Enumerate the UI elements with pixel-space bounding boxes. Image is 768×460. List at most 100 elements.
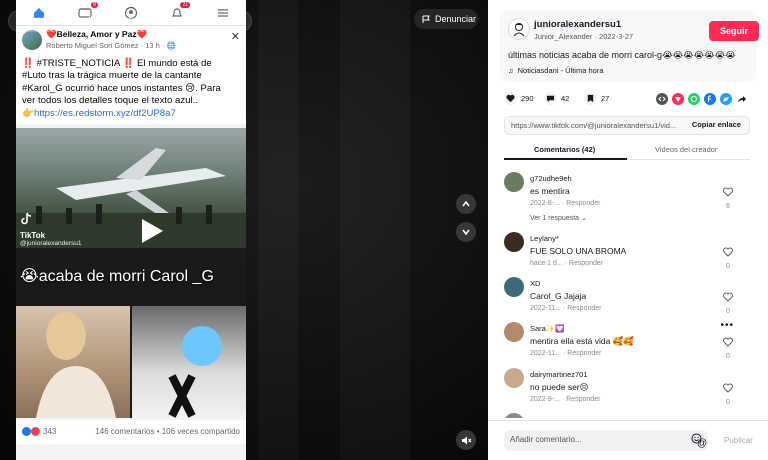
like-reaction-icon <box>22 427 31 436</box>
comment-input[interactable]: Añadir comentario... @ <box>504 430 708 451</box>
report-button[interactable]: Denunciar <box>414 9 478 29</box>
author-card: junioralexandersu1 Junior_Alexander · 20… <box>500 10 759 82</box>
twitter-icon[interactable] <box>720 93 732 105</box>
music-link[interactable]: ♫ Noticiasdani - Última hora <box>508 66 604 75</box>
comment-like-count: 0 <box>726 308 730 315</box>
save-button[interactable]: 27 <box>584 92 609 105</box>
save-count: 27 <box>601 94 610 103</box>
comment-like-button[interactable]: 0 <box>722 244 734 270</box>
tab-creator-videos[interactable]: Videos del creador <box>655 145 717 154</box>
post-text-line: #Luto tras la trágica muerte de la canta… <box>22 70 202 82</box>
post-link: 👉https://es.redstorm.xyz/df2UP8a7 <box>22 107 176 119</box>
comment-like-button[interactable]: 0 <box>722 380 734 406</box>
embed-icon[interactable] <box>656 93 668 105</box>
avatar[interactable] <box>504 172 524 192</box>
facebook-icon[interactable] <box>704 93 716 105</box>
post-stats: 146 comentarios • 106 veces compartido <box>95 427 240 436</box>
comment-user[interactable]: Leylany* <box>530 234 559 243</box>
next-video-button[interactable] <box>456 222 476 242</box>
group-avatar <box>22 30 42 50</box>
heart-outline-icon <box>723 337 733 347</box>
search-placeholder: Buscar contenido relacionado <box>19 15 151 26</box>
comment-text: FUE SOLO UNA BROMA <box>530 246 627 256</box>
woman-photo <box>16 306 130 418</box>
heart-outline-icon <box>723 187 733 197</box>
video-caption-overlay: 😭acaba de morri Carol _G <box>20 268 214 285</box>
comment-user[interactable]: Sara✨💟 <box>530 324 565 333</box>
flag-icon <box>422 15 430 23</box>
tiktok-brand: TikTok <box>20 231 46 240</box>
avatar[interactable] <box>504 413 524 418</box>
tab-comments[interactable]: Comentarios (42) <box>534 145 595 154</box>
video-blur-band <box>340 0 410 460</box>
comment-text: mentira ella está vida 🥰🥰 <box>530 336 634 346</box>
follow-button[interactable]: Seguir <box>709 21 759 41</box>
comment-text: es mentira <box>530 186 570 196</box>
comment-meta[interactable]: 2022-11... · Responder <box>530 305 601 312</box>
previous-video-button[interactable] <box>456 194 476 214</box>
author-username[interactable]: junioralexandersu1 <box>534 19 621 30</box>
avatar[interactable] <box>504 322 524 342</box>
chevron-up-icon <box>462 200 470 207</box>
more-options-icon[interactable]: ••• <box>720 320 734 331</box>
post-text: ‼️ #TRISTE_NOTICIA ‼️ El mundo está de #… <box>16 54 246 124</box>
author-subline: Junior_Alexander · 2022-3-27 <box>534 32 634 41</box>
avatar[interactable] <box>504 232 524 252</box>
reactions-count: 343 <box>43 427 57 436</box>
comment-list: g72udhe9eh es mentira 2022-8-... · Respo… <box>504 170 750 418</box>
comment-button[interactable]: 42 <box>544 92 569 105</box>
comment-user[interactable]: g72udhe9eh <box>530 174 572 183</box>
avatar[interactable] <box>504 277 524 297</box>
music-title: Noticiasdani - Última hora <box>517 66 604 75</box>
send-to-friends-icon[interactable] <box>672 93 684 105</box>
mute-button[interactable] <box>456 430 476 450</box>
copy-link-button[interactable]: Copiar enlace <box>692 120 741 129</box>
tiktok-watermark: TikTok @junioralexandersu1 <box>20 212 82 247</box>
share-url-box: https://www.tiktok.com/@junioralexanders… <box>504 116 750 135</box>
comment-meta[interactable]: hace 1 d... · Responder <box>530 260 603 267</box>
heart-outline-icon <box>723 383 733 393</box>
chevron-down-icon <box>462 229 470 236</box>
heart-icon <box>504 92 517 105</box>
comment-like-button[interactable]: 6 <box>722 184 734 210</box>
comment-like-button[interactable]: 0 <box>722 334 734 360</box>
heart-outline-icon <box>723 292 733 302</box>
action-bar: 290 42 27 <box>504 92 752 108</box>
comment-placeholder: Añadir comentario... <box>510 435 582 444</box>
whatsapp-icon[interactable] <box>688 93 700 105</box>
panel-tabs: Comentarios (42) Videos del creador <box>504 142 750 160</box>
author-avatar[interactable] <box>508 18 530 40</box>
view-replies-link[interactable]: Ver 1 respuesta ⌄ <box>530 214 587 222</box>
mention-icon[interactable]: @ <box>697 438 707 449</box>
comment-meta[interactable]: 2022-8-... · Responder <box>530 200 600 207</box>
video-description: últimas noticias acaba de morri carol-g😭… <box>508 50 736 60</box>
comment-user[interactable]: dairymartinez701 <box>530 370 588 379</box>
comment-like-button[interactable]: 0 <box>722 289 734 315</box>
play-icon[interactable] <box>136 216 166 251</box>
report-label: Denunciar <box>435 14 477 24</box>
comment-text: Carol_G Jajaja <box>530 291 587 301</box>
search-icon <box>233 15 245 27</box>
comment-composer: Añadir comentario... @ Publicar <box>488 420 768 460</box>
comment-like-count: 0 <box>726 353 730 360</box>
comment-meta[interactable]: 2022-9-... · Responder <box>530 396 600 403</box>
comment-meta[interactable]: 2022-11... · Responder <box>530 350 601 357</box>
share-arrow-icon[interactable] <box>736 93 748 105</box>
notification-badge: 8 <box>91 1 98 8</box>
avatar[interactable] <box>504 368 524 388</box>
comment-icon <box>544 92 557 105</box>
like-button[interactable]: 290 <box>504 92 534 105</box>
active-tab-indicator <box>504 158 627 160</box>
comment-user[interactable]: XD <box>530 279 540 288</box>
publish-button[interactable]: Publicar <box>724 436 753 445</box>
reactions: 343 <box>22 427 56 436</box>
tiktok-logo-icon <box>21 212 32 225</box>
post-author: Roberto Miguel Sori Gómez · 13 h · 🌐 <box>46 41 176 50</box>
post-text-line: ‼️ #TRISTE_NOTICIA ‼️ El mundo está de <box>22 58 212 69</box>
video-player[interactable]: 8 21 ❤️Belleza, Amor y Paz❤️ Roberto Mig… <box>0 0 488 460</box>
comment-like-count: 0 <box>726 399 730 406</box>
search-input[interactable]: Buscar contenido relacionado <box>8 10 252 32</box>
post-text-line: ver todos los detalles toque el texto az… <box>22 95 198 107</box>
music-note-icon: ♫ <box>508 66 514 75</box>
speaker-muted-icon <box>461 436 471 444</box>
